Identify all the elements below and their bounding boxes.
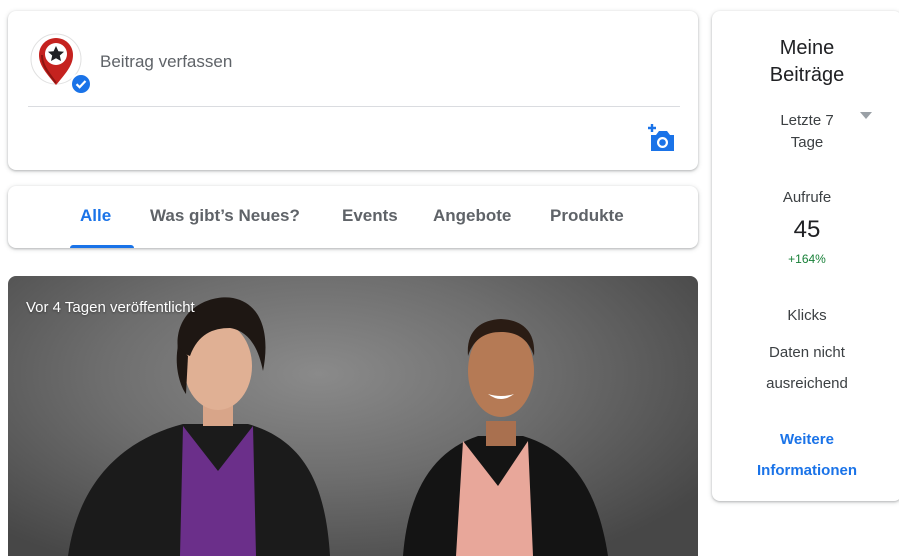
panel-title-text: Meine Beiträge <box>769 37 845 86</box>
panel-title: Meine Beiträge <box>712 35 899 89</box>
compose-card: Beitrag verfassen <box>8 11 698 170</box>
tab-angebote[interactable]: Angebote <box>433 186 511 248</box>
published-timestamp: Vor 4 Tagen veröffentlicht <box>26 299 195 316</box>
views-change: +164% <box>788 252 826 266</box>
tab-events[interactable]: Events <box>342 186 398 248</box>
compose-placeholder[interactable]: Beitrag verfassen <box>100 52 232 72</box>
date-range-value: Letzte 7 Tage <box>780 112 834 151</box>
add-photo-button[interactable] <box>646 123 676 153</box>
tab-alle[interactable]: Alle <box>80 186 111 248</box>
views-value: 45 <box>793 216 821 243</box>
post-image[interactable]: Vor 4 Tagen veröffentlicht <box>8 276 698 556</box>
clicks-label: Klicks <box>787 307 827 324</box>
tab-produkte[interactable]: Produkte <box>550 186 624 248</box>
more-info-link-text[interactable]: Weitere Informationen <box>737 424 877 486</box>
dropdown-arrow-icon[interactable] <box>860 112 872 119</box>
post-filter-tabs: Alle Was gibt’s Neues? Events Angebote P… <box>8 186 698 248</box>
add-photo-camera-icon <box>648 124 674 151</box>
business-avatar <box>30 33 92 95</box>
people-photo <box>68 297 608 556</box>
clicks-value-text: Daten nicht ausreichend <box>766 344 848 392</box>
divider <box>28 106 680 107</box>
verified-check-icon <box>70 73 92 95</box>
my-posts-panel: Meine Beiträge Letzte 7 Tage Aufrufe 45 … <box>712 11 899 501</box>
views-label: Aufrufe <box>782 189 832 206</box>
active-tab-indicator <box>70 245 134 248</box>
more-info-link[interactable]: Weitere Informationen <box>712 424 899 486</box>
tab-was-gibts-neues[interactable]: Was gibt’s Neues? <box>150 186 300 248</box>
clicks-value: Daten nicht ausreichend <box>712 337 899 399</box>
